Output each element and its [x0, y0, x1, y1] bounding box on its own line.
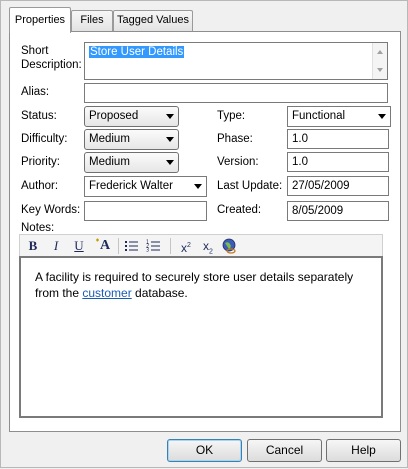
- toolbar-separator: [170, 238, 171, 254]
- scroll-down-icon[interactable]: [377, 68, 383, 72]
- short-description-scrollbar[interactable]: [372, 43, 387, 79]
- subscript-button[interactable]: x2: [200, 238, 216, 256]
- type-label: Type:: [217, 110, 246, 122]
- chevron-down-icon: [378, 114, 386, 119]
- chevron-down-icon: [166, 114, 174, 119]
- alias-field[interactable]: [84, 83, 388, 103]
- font-color-letter: A: [100, 238, 111, 253]
- properties-content: Short Description: Store User Details Al…: [1, 1, 408, 469]
- notes-label: Notes:: [21, 222, 55, 234]
- phase-field[interactable]: 1.0: [287, 129, 389, 149]
- bullet-list-icon: [125, 241, 138, 251]
- svg-text:3: 3: [146, 248, 149, 254]
- type-select[interactable]: Functional: [287, 106, 391, 127]
- last-update-label: Last Update:: [217, 180, 283, 192]
- keywords-label: Key Words:: [21, 204, 81, 216]
- globe-link-icon: [222, 238, 236, 254]
- author-value: Frederick Walter: [89, 180, 173, 192]
- version-label: Version:: [217, 156, 259, 168]
- priority-select[interactable]: Medium: [84, 152, 179, 173]
- version-field[interactable]: 1.0: [287, 152, 389, 172]
- alias-label: Alias:: [21, 86, 50, 98]
- bold-button[interactable]: B: [26, 238, 40, 254]
- short-description-value: Store User Details: [89, 46, 185, 58]
- scroll-up-icon[interactable]: [377, 50, 383, 54]
- superscript-exp: 2: [187, 242, 191, 249]
- short-description-label: Short Description:: [21, 45, 82, 71]
- requirement-properties-dialog: Properties Files Tagged Values Short Des…: [0, 0, 408, 468]
- insert-hyperlink-button[interactable]: [221, 238, 237, 254]
- notes-editor[interactable]: A facility is required to securely store…: [19, 256, 383, 418]
- notes-text: A facility is required to securely store…: [35, 269, 365, 301]
- difficulty-label: Difficulty:: [21, 133, 68, 145]
- italic-button[interactable]: I: [50, 238, 62, 254]
- keywords-field[interactable]: [84, 201, 207, 221]
- numbered-list-icon: 1 2 3: [146, 240, 160, 254]
- subscript-exp: 2: [209, 248, 213, 256]
- priority-label: Priority:: [21, 156, 60, 168]
- difficulty-select[interactable]: Medium: [84, 129, 179, 150]
- notes-toolbar: B I U A 1 2 3 x2 x2: [19, 234, 383, 257]
- bullet-list-button[interactable]: [124, 238, 140, 254]
- created-label: Created:: [217, 204, 262, 216]
- underline-button[interactable]: U: [72, 238, 86, 254]
- chevron-down-icon: [166, 160, 174, 165]
- status-label: Status:: [21, 110, 57, 122]
- priority-value: Medium: [89, 156, 130, 168]
- chevron-down-icon: [166, 137, 174, 142]
- last-update-field[interactable]: 27/05/2009: [287, 176, 389, 196]
- phase-label: Phase:: [217, 133, 253, 145]
- font-color-button[interactable]: A: [94, 238, 112, 254]
- type-value: Functional: [292, 110, 346, 122]
- toolbar-separator: [118, 238, 119, 254]
- author-label: Author:: [21, 180, 59, 192]
- short-description-field[interactable]: Store User Details: [84, 42, 388, 80]
- numbered-list-button[interactable]: 1 2 3: [146, 238, 162, 254]
- notes-text-after: database.: [131, 286, 188, 300]
- created-field[interactable]: 8/05/2009: [287, 201, 389, 221]
- chevron-down-icon: [194, 184, 202, 189]
- author-select[interactable]: Frederick Walter: [84, 176, 207, 197]
- status-select[interactable]: Proposed: [84, 106, 179, 127]
- difficulty-value: Medium: [89, 133, 130, 145]
- superscript-button[interactable]: x2: [178, 238, 194, 255]
- customer-link[interactable]: customer: [82, 286, 131, 300]
- status-value: Proposed: [89, 110, 139, 122]
